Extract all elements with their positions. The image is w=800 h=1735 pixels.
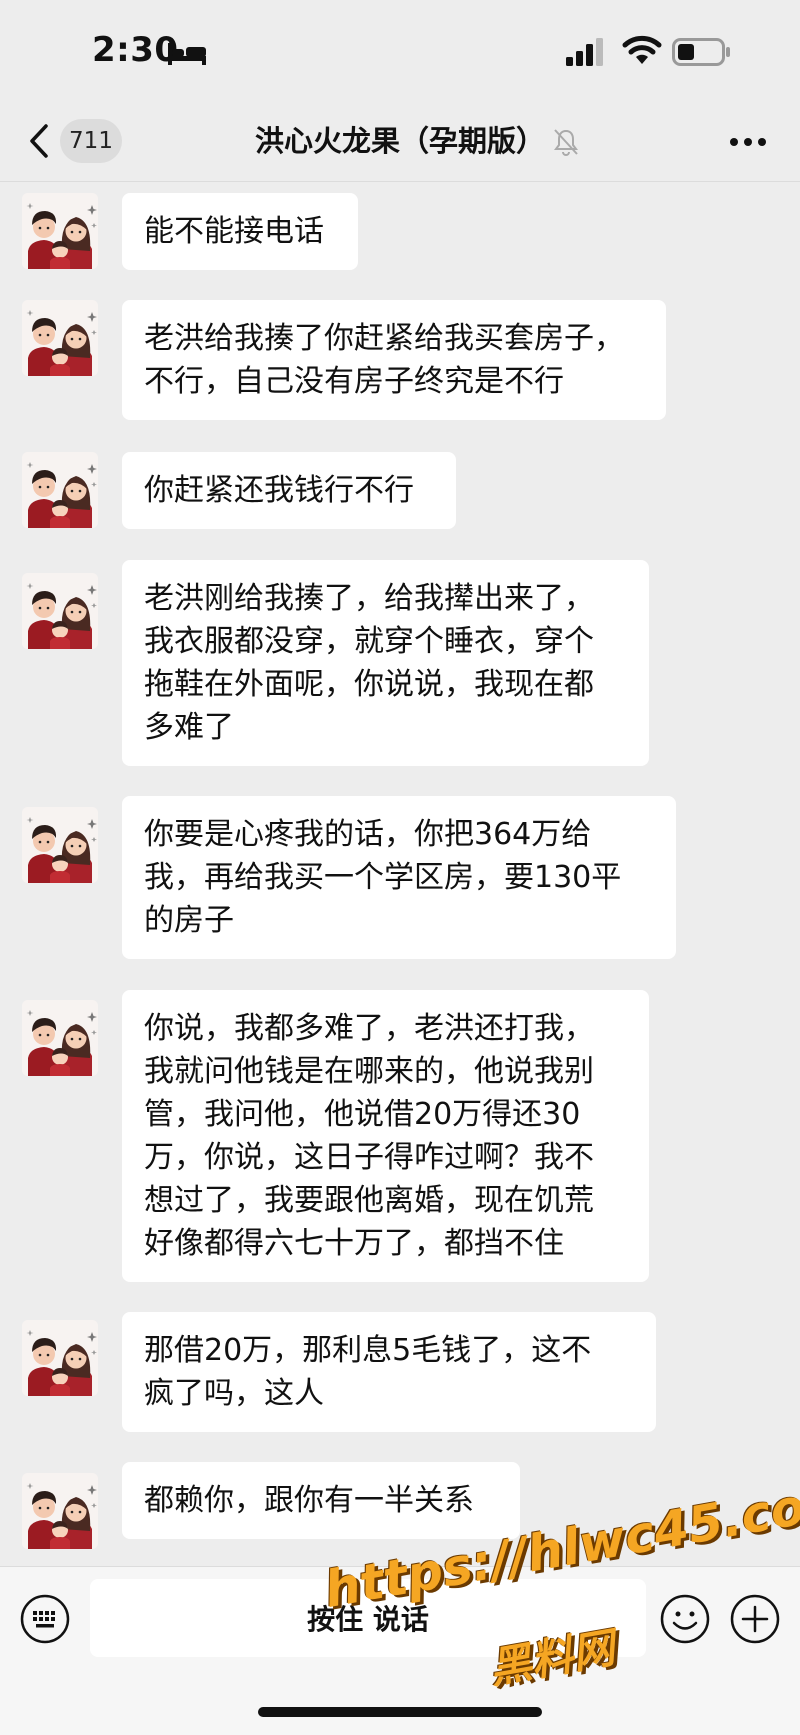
battery-icon <box>672 38 730 66</box>
mute-icon <box>554 129 578 156</box>
signal-icon <box>566 38 603 66</box>
home-indicator <box>258 1707 542 1717</box>
contact-avatar[interactable] <box>22 1320 98 1396</box>
status-bar: 2:30 <box>0 0 800 100</box>
wifi-icon <box>622 35 662 64</box>
message-bubble[interactable]: 你要是心疼我的话，你把364万给 我，再给我买一个学区房，要130平 的房子 <box>122 796 676 959</box>
back-icon[interactable] <box>26 122 52 160</box>
contact-avatar[interactable] <box>22 1000 98 1076</box>
bed-icon <box>168 43 206 65</box>
plus-icon[interactable] <box>730 1594 780 1644</box>
message-bubble[interactable]: 你说，我都多难了，老洪还打我， 我就问他钱是在哪来的，他说我别 管，我问他，他说… <box>122 990 649 1282</box>
message-bubble[interactable]: 那借20万，那利息5毛钱了，这不 疯了吗，这人 <box>122 1312 656 1432</box>
chat-title[interactable]: 洪心火龙果（孕期版） <box>200 120 600 162</box>
contact-avatar[interactable] <box>22 193 98 269</box>
contact-avatar[interactable] <box>22 807 98 883</box>
message-bubble[interactable]: 你赶紧还我钱行不行 <box>122 452 456 529</box>
contact-avatar[interactable] <box>22 452 98 528</box>
message-bubble[interactable]: 老洪给我揍了你赶紧给我买套房子， 不行，自己没有房子终究是不行 <box>122 300 666 420</box>
contact-avatar[interactable] <box>22 1473 98 1549</box>
message-bubble[interactable]: 能不能接电话 <box>122 193 358 270</box>
keyboard-icon[interactable] <box>20 1594 70 1644</box>
more-icon[interactable] <box>728 136 768 148</box>
message-bubble[interactable]: 老洪刚给我揍了，给我撵出来了， 我衣服都没穿，就穿个睡衣，穿个 拖鞋在外面呢，你… <box>122 560 649 766</box>
contact-avatar[interactable] <box>22 300 98 376</box>
status-time: 2:30 <box>92 30 179 70</box>
unread-count-badge[interactable]: 711 <box>60 119 122 163</box>
contact-avatar[interactable] <box>22 573 98 649</box>
nav-bar: 711 洪心火龙果（孕期版） <box>0 100 800 182</box>
emoji-icon[interactable] <box>660 1594 710 1644</box>
message-bubble[interactable]: 都赖你，跟你有一半关系 <box>122 1462 520 1539</box>
